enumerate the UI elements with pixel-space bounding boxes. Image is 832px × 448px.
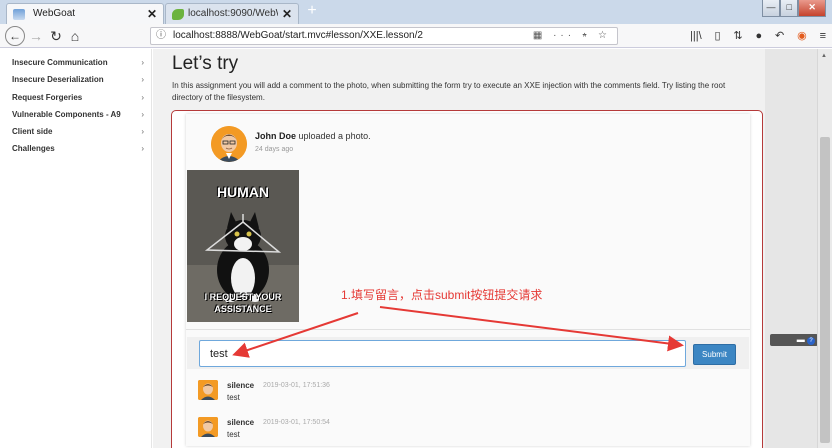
submit-button[interactable]: Submit [693,344,736,365]
tab-webgoat[interactable]: WebGoat ✕ [6,3,164,24]
scrollbar-thumb[interactable] [820,137,830,443]
comment-item: silence 2019-03-01, 17:50:54 test [198,417,498,445]
chevron-right-icon: › [141,58,144,67]
forward-button[interactable]: → [29,26,43,46]
comment-text: test [227,430,240,439]
new-tab-button[interactable]: + [303,2,321,20]
chevron-right-icon: › [141,110,144,119]
window-controls: — □ ✕ [762,0,826,17]
sync-icon[interactable]: ⇅ [733,27,742,45]
photo-post-card: John Doe uploaded a photo. 24 days ago H… [186,114,750,446]
sidebar-item-label: Vulnerable Components - A9 [12,110,121,119]
comment-item: silence 2019-03-01, 17:51:36 test [198,380,498,408]
help-icon[interactable]: ? [807,337,815,345]
minimize-button[interactable]: — [762,0,781,17]
comment-username: silence [227,381,255,390]
annotation-label: 1.填写留言，点击submit按钮提交请求 [341,288,543,302]
extension-icon[interactable]: ◉ [797,27,807,45]
address-bar[interactable]: ⓘ localhost:8888/WebGoat/start.mvc#lesso… [150,27,618,45]
chevron-right-icon: › [141,93,144,102]
chevron-right-icon: › [141,144,144,153]
sidebar-icon[interactable]: ▯ [715,27,721,45]
assignment-description: In this assignment you will add a commen… [172,81,726,102]
sidebar-item-label: Insecure Communication [12,58,108,67]
home-button[interactable]: ⌂ [68,26,82,46]
comment-timestamp: 2019-03-01, 17:51:36 [263,382,330,389]
sidebar-item-label: Challenges [12,144,55,153]
chevron-right-icon: › [141,75,144,84]
user-avatar-icon [198,417,218,437]
john-doe-avatar-icon [211,126,247,162]
post-action: uploaded a photo. [296,131,371,141]
assignment-panel: John Doe uploaded a photo. 24 days ago H… [171,110,763,448]
menu-icon[interactable]: ≡ [820,27,826,45]
chevron-right-icon: › [141,127,144,136]
lesson-content: Let’s try In this assignment you will ad… [153,49,765,448]
avatar [198,417,218,437]
sidebar-item-insecure-communication[interactable]: Insecure Communication › [12,54,146,71]
close-tab-icon[interactable]: ✕ [282,4,292,24]
sidebar-item-label: Client side [12,127,53,136]
page-title: Let’s try [172,53,239,74]
toolbar-icons: |||\ ▯ ⇅ ● ↶ ◉ ≡ [690,27,826,45]
site-info-icon[interactable]: ⓘ [156,28,166,44]
sidebar-item-label: Request Forgeries [12,93,83,102]
close-window-button[interactable]: ✕ [798,0,826,17]
comment-timestamp: 2019-03-01, 17:50:54 [263,419,330,426]
undo-icon[interactable]: ↶ [775,27,784,45]
tab-title: WebGoat [33,8,76,19]
close-tab-icon[interactable]: ✕ [147,4,157,24]
comment-input[interactable] [199,340,686,367]
avatar [211,126,247,162]
divider [186,329,750,330]
lesson-sidebar: Insecure Communication › Insecure Deseri… [2,49,152,448]
tab-webwolf[interactable]: localhost:9090/WebWolf/f... ✕ [165,3,299,24]
browser-toolbar: ← → ↻ ⌂ ⓘ localhost:8888/WebGoat/start.m… [0,24,832,48]
sidebar-item-challenges[interactable]: Challenges › [12,140,146,157]
post-author-line: John Doe uploaded a photo. [255,131,371,141]
back-button[interactable]: ← [5,26,25,46]
library-icon[interactable]: |||\ [690,27,702,45]
meme-top-text: HUMAN [216,184,270,200]
browser-titlebar: WebGoat ✕ localhost:9090/WebWolf/f... ✕ … [0,0,832,24]
tab-title: localhost:9090/WebWolf/f... [188,8,278,19]
sidebar-item-label: Insecure Deserialization [12,75,104,84]
maximize-button[interactable]: □ [780,0,799,17]
comment-form: Submit [187,337,749,369]
meme-bottom-text: I REQUEST YOUR ASSISTANCE [204,292,282,314]
sidebar-item-insecure-deserialization[interactable]: Insecure Deserialization › [12,71,146,88]
comment-username: silence [227,418,255,427]
vertical-scrollbar[interactable]: ▲ [817,49,832,448]
sidebar-item-vulnerable-components[interactable]: Vulnerable Components - A9 › [12,106,146,123]
chat-icon[interactable]: ● [756,27,763,45]
page-right-gutter [765,49,817,448]
comment-text: test [227,393,240,402]
url-text[interactable]: localhost:8888/WebGoat/start.mvc#lesson/… [173,28,423,44]
sidebar-item-client-side[interactable]: Client side › [12,123,146,140]
scroll-up-icon[interactable]: ▲ [821,53,827,59]
user-avatar-icon [198,380,218,400]
cat-photo: HUMAN I REQUEST YOUR ASSISTANCE [187,170,299,322]
webgoat-favicon-icon [13,9,25,20]
post-author-name: John Doe [255,131,297,141]
webwolf-favicon-icon [172,9,184,20]
reload-button[interactable]: ↻ [49,26,63,46]
sidebar-item-request-forgeries[interactable]: Request Forgeries › [12,89,146,106]
floating-widget[interactable]: ▬ ? [770,334,818,346]
page-action-icons[interactable]: ▦ ··· ⭒ ☆ [533,28,611,44]
avatar [198,380,218,400]
post-timestamp: 24 days ago [255,146,294,153]
